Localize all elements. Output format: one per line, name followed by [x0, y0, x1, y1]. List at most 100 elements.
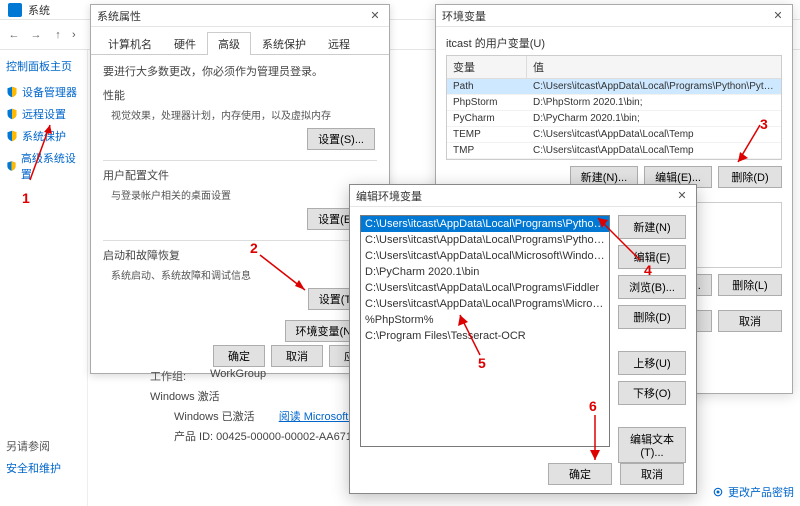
cell-val: D:\PhpStorm 2020.1\bin;: [527, 95, 781, 110]
sysprop-body: 要进行大多数更改，你必须作为管理员登录。 性能 视觉效果，处理器计划，内存使用，…: [91, 55, 389, 350]
startup-desc: 系统启动、系统故障和调试信息: [111, 267, 377, 282]
see-also-header: 另请参阅: [6, 438, 61, 454]
list-item[interactable]: C:\Users\itcast\AppData\Local\Programs\F…: [361, 280, 609, 296]
cell-var: PyCharm: [447, 111, 527, 126]
close-icon[interactable]: ✕: [367, 9, 383, 22]
table-row[interactable]: TMPC:\Users\itcast\AppData\Local\Temp: [447, 143, 781, 159]
env-titlebar: 环境变量 ✕: [436, 5, 792, 27]
tab-4[interactable]: 远程: [317, 32, 361, 55]
cell-var: Path: [447, 79, 527, 94]
edit-text-button[interactable]: 编辑文本(T)...: [618, 427, 686, 463]
edit-title: 编辑环境变量: [356, 188, 422, 204]
tab-1[interactable]: 硬件: [163, 32, 207, 55]
sidebar-item-label: 远程设置: [22, 106, 66, 122]
edit-down-button[interactable]: 下移(O): [618, 381, 686, 405]
tab-2[interactable]: 高级: [207, 32, 251, 55]
workgroup-value: WorkGroup: [210, 368, 266, 384]
sidebar-link-remote[interactable]: 远程设置: [6, 106, 81, 122]
workgroup-label: 工作组:: [150, 368, 186, 384]
sysprop-title: 系统属性: [97, 8, 141, 24]
shield-icon: [6, 130, 18, 142]
divider: [103, 240, 377, 241]
cp-home-link[interactable]: 控制面板主页: [6, 58, 81, 74]
perf-settings-button[interactable]: 设置(S)...: [307, 128, 375, 150]
cancel-button[interactable]: 取消: [271, 345, 323, 367]
cell-val: C:\Users\itcast\AppData\Local\Programs\P…: [527, 79, 781, 94]
activation-header: Windows 激活: [150, 388, 220, 404]
edit-cancel-button[interactable]: 取消: [620, 463, 684, 485]
sidebar-item-label: 设备管理器: [22, 84, 77, 100]
cell-var: PhpStorm: [447, 95, 527, 110]
edit-titlebar: 编辑环境变量 ✕: [350, 185, 696, 207]
gear-icon: [712, 486, 724, 498]
user-vars-label: itcast 的用户变量(U): [446, 35, 782, 51]
path-list[interactable]: C:\Users\itcast\AppData\Local\Programs\P…: [360, 215, 610, 447]
change-key-label: 更改产品密钥: [728, 484, 794, 500]
tab-3[interactable]: 系统保护: [251, 32, 317, 55]
annotation-1: 1: [22, 190, 30, 206]
profile-title: 用户配置文件: [103, 167, 377, 183]
cell-val: C:\Users\itcast\AppData\Local\Temp: [527, 143, 781, 158]
perf-title: 性能: [103, 87, 377, 103]
list-item[interactable]: C:\Program Files\Tesseract-OCR: [361, 328, 609, 344]
back-icon[interactable]: ←: [6, 27, 22, 43]
cp-title: 系统: [28, 2, 50, 18]
annotation-5: 5: [478, 355, 486, 371]
sidebar-link-device-manager[interactable]: 设备管理器: [6, 84, 81, 100]
system-icon: [8, 3, 22, 17]
col-value[interactable]: 值: [527, 56, 781, 78]
edit-ok-button[interactable]: 确定: [548, 463, 612, 485]
edit-new-button[interactable]: 新建(N): [618, 215, 686, 239]
edit-edit-button[interactable]: 编辑(E): [618, 245, 686, 269]
list-item[interactable]: C:\Users\itcast\AppData\Local\Programs\P…: [361, 216, 609, 232]
table-row[interactable]: PyCharmD:\PyCharm 2020.1\bin;: [447, 111, 781, 127]
annotation-3: 3: [760, 116, 768, 132]
list-item[interactable]: %PhpStorm%: [361, 312, 609, 328]
sidebar-link-protection[interactable]: 系统保护: [6, 128, 81, 144]
list-item[interactable]: C:\Users\itcast\AppData\Local\Programs\P…: [361, 232, 609, 248]
sidebar-link-advanced[interactable]: 高级系统设置: [6, 150, 81, 182]
sysprop-titlebar: 系统属性 ✕: [91, 5, 389, 27]
edit-browse-button[interactable]: 浏览(B)...: [618, 275, 686, 299]
sidebar-item-label: 系统保护: [22, 128, 66, 144]
env-title: 环境变量: [442, 8, 486, 24]
env-cancel-button[interactable]: 取消: [718, 310, 782, 332]
list-item[interactable]: C:\Users\itcast\AppData\Local\Microsoft\…: [361, 248, 609, 264]
table-row[interactable]: PathC:\Users\itcast\AppData\Local\Progra…: [447, 79, 781, 95]
list-item[interactable]: D:\PyCharm 2020.1\bin: [361, 264, 609, 280]
close-icon[interactable]: ✕: [770, 9, 786, 22]
cell-val: D:\PyCharm 2020.1\bin;: [527, 111, 781, 126]
sidebar-item-label: 高级系统设置: [21, 150, 81, 182]
divider: [103, 160, 377, 161]
cell-val: C:\Users\itcast\AppData\Local\Temp: [527, 127, 781, 142]
edit-delete-button[interactable]: 删除(D): [618, 305, 686, 329]
forward-icon[interactable]: →: [28, 27, 44, 43]
see-also: 另请参阅 安全和维护: [6, 438, 61, 476]
sysprop-note: 要进行大多数更改，你必须作为管理员登录。: [103, 63, 377, 79]
activation-status: Windows 已激活: [174, 408, 255, 424]
edit-up-button[interactable]: 上移(U): [618, 351, 686, 375]
shield-icon: [6, 86, 18, 98]
table-row[interactable]: TEMPC:\Users\itcast\AppData\Local\Temp: [447, 127, 781, 143]
list-item[interactable]: C:\Users\itcast\AppData\Local\Programs\M…: [361, 296, 609, 312]
system-properties-dialog: 系统属性 ✕ 计算机名硬件高级系统保护远程 要进行大多数更改，你必须作为管理员登…: [90, 4, 390, 374]
profile-desc: 与登录帐户相关的桌面设置: [111, 187, 377, 202]
col-variable[interactable]: 变量: [447, 56, 527, 78]
see-also-link[interactable]: 安全和维护: [6, 460, 61, 476]
shield-icon: [6, 160, 17, 172]
edit-env-var-dialog: 编辑环境变量 ✕ C:\Users\itcast\AppData\Local\P…: [349, 184, 697, 494]
close-icon[interactable]: ✕: [674, 189, 690, 202]
user-vars-table[interactable]: 变量 值 PathC:\Users\itcast\AppData\Local\P…: [446, 55, 782, 160]
up-icon[interactable]: ↑: [50, 27, 66, 43]
env-delete-button[interactable]: 删除(D): [718, 166, 782, 188]
annotation-6: 6: [589, 398, 597, 414]
change-product-key-link[interactable]: 更改产品密钥: [712, 484, 794, 500]
env-sys-delete-button[interactable]: 删除(L): [718, 274, 782, 296]
product-id: 产品 ID: 00425-00000-00002-AA671: [174, 428, 352, 444]
cell-var: TEMP: [447, 127, 527, 142]
table-row[interactable]: PhpStormD:\PhpStorm 2020.1\bin;: [447, 95, 781, 111]
ok-button[interactable]: 确定: [213, 345, 265, 367]
shield-icon: [6, 108, 18, 120]
tab-0[interactable]: 计算机名: [97, 32, 163, 55]
breadcrumb[interactable]: ›: [72, 29, 76, 41]
